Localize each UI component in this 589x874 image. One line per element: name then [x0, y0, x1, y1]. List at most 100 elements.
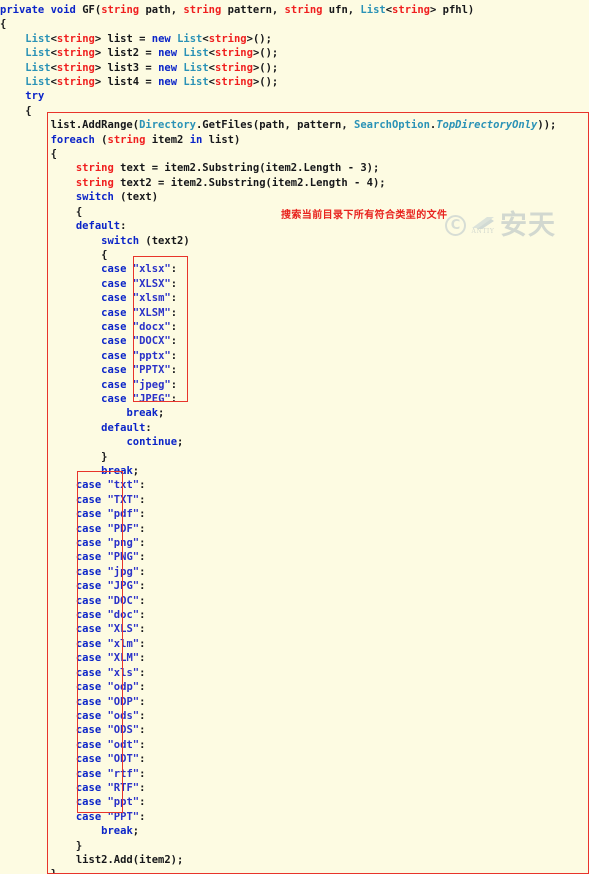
code-line: case "png": — [0, 536, 589, 550]
code-token: item2 — [145, 133, 190, 146]
code-token: "PPT" — [107, 810, 140, 823]
code-token: path, — [139, 4, 184, 16]
code-token: SearchOption — [354, 119, 430, 132]
code-line: list.AddRange(Directory.GetFiles(path, p… — [0, 118, 589, 132]
code-token: : — [139, 709, 146, 722]
code-token: "jpg" — [107, 565, 140, 578]
code-line: break; — [0, 464, 589, 478]
code-token: case — [75, 493, 102, 506]
code-token: )); — [537, 119, 557, 132]
code-line: { — [0, 147, 589, 161]
code-line: string text = item2.Substring(item2.Leng… — [0, 161, 589, 175]
code-line: case "xlsx": — [0, 262, 589, 276]
code-token: case — [75, 767, 102, 780]
code-line: case "pptx": — [0, 349, 589, 363]
code-token: foreach — [50, 133, 95, 146]
code-line: case "ppt": — [0, 795, 589, 809]
code-token: "DOC" — [107, 594, 140, 607]
code-line: case "odt": — [0, 738, 589, 752]
code-line: case "txt": — [0, 478, 589, 492]
code-line: } — [0, 867, 589, 874]
code-line: case "RTF": — [0, 781, 589, 795]
code-token: .GetFiles(path, pattern, — [195, 119, 355, 132]
code-token: : — [170, 277, 178, 290]
code-line: List<string> list = new List<string>(); — [0, 32, 589, 46]
code-token: } — [0, 868, 57, 874]
code-token: case — [101, 306, 127, 319]
code-line: case "rtf": — [0, 767, 589, 781]
code-token: > list4 = — [94, 76, 159, 89]
code-token: switch — [75, 191, 114, 204]
code-token: : — [139, 565, 146, 578]
code-line: case "JPEG": — [0, 392, 589, 406]
code-token: case — [75, 537, 102, 550]
code-token: : — [145, 421, 152, 434]
code-token: > list3 = — [94, 61, 159, 74]
code-token: case — [75, 623, 102, 636]
code-token: string — [75, 176, 114, 189]
code-token: case — [75, 753, 102, 766]
code-token: string — [56, 32, 95, 45]
code-token: case — [75, 609, 102, 622]
code-token: case — [75, 652, 102, 665]
code-token: "docx" — [132, 320, 171, 333]
code-line: case "xlm": — [0, 637, 589, 651]
code-viewer[interactable]: private void GF(string path, string patt… — [0, 0, 589, 874]
code-token: string — [215, 47, 253, 60]
code-token: string — [215, 61, 253, 74]
code-line: case "PPTX": — [0, 363, 589, 377]
code-token: default — [75, 220, 121, 233]
code-token: case — [75, 666, 102, 679]
code-token: "XLSM" — [132, 306, 171, 319]
code-token: : — [139, 594, 146, 607]
code-token: { — [0, 104, 32, 117]
code-line: case "DOC": — [0, 594, 589, 608]
code-token: string — [284, 4, 323, 16]
code-line: } — [0, 450, 589, 464]
code-line: { — [0, 104, 589, 118]
code-token: "odt" — [107, 738, 140, 751]
code-token: : — [139, 623, 146, 636]
code-token: case — [101, 335, 127, 348]
code-token: "XLS" — [107, 623, 140, 636]
code-token: new — [158, 47, 178, 60]
code-token: List — [360, 4, 386, 16]
code-token: ; — [177, 436, 184, 449]
code-token: { — [0, 248, 108, 261]
code-token: : — [170, 349, 178, 362]
code-line: case "ODT": — [0, 752, 589, 766]
code-token: : — [170, 320, 178, 333]
code-token: case — [75, 810, 102, 823]
code-token: case — [101, 392, 127, 405]
code-token: { — [0, 18, 7, 31]
code-token: "JPEG" — [132, 392, 171, 405]
code-line: continue; — [0, 435, 589, 449]
code-line: foreach (string item2 in list) — [0, 133, 589, 147]
code-token: "png" — [107, 537, 140, 550]
code-token: text = item2.Substring(item2.Length - 3)… — [113, 162, 380, 175]
code-token: list2.Add(item2); — [0, 853, 184, 866]
code-line: list2.Add(item2); — [0, 853, 589, 867]
code-line: case "docx": — [0, 320, 589, 334]
code-token: : — [170, 378, 178, 391]
code-token: : — [139, 609, 146, 622]
code-token: : — [139, 551, 146, 564]
code-token: : — [139, 767, 146, 780]
code-token: : — [139, 537, 146, 550]
code-token: text2 = item2.Substring(item2.Length - 4… — [113, 176, 386, 189]
